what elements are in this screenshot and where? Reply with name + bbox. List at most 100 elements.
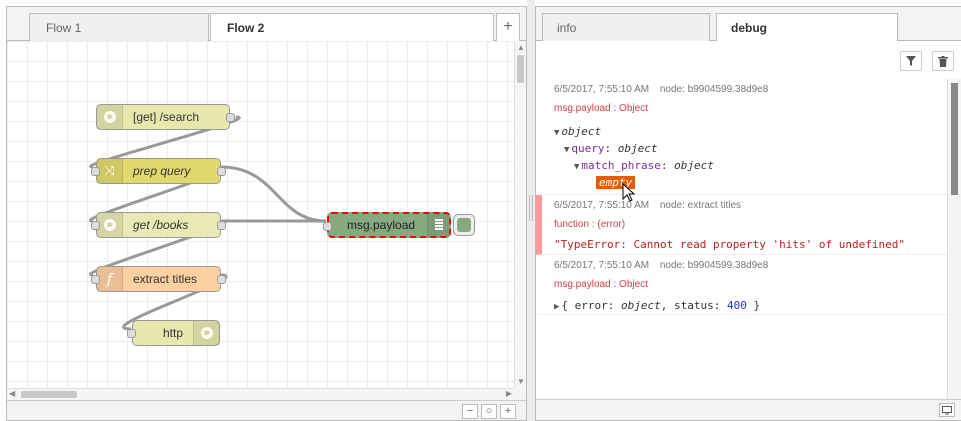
popout-button[interactable] bbox=[939, 403, 955, 417]
message-error-text: "TypeError: Cannot read property 'hits' … bbox=[554, 238, 905, 251]
output-port[interactable] bbox=[217, 221, 226, 230]
debug-message-list: 6/5/2017, 7:55:10 AM node: b9904599.38d9… bbox=[536, 79, 947, 399]
panel-splitter[interactable] bbox=[527, 0, 535, 421]
node-label: prep query bbox=[133, 164, 191, 178]
tab-label: Flow 1 bbox=[46, 21, 82, 35]
summary-value: object bbox=[621, 299, 661, 312]
workspace-footer: − ○ + bbox=[7, 400, 526, 420]
debug-message[interactable]: 6/5/2017, 7:55:10 AM node: b9904599.38d9… bbox=[536, 79, 947, 195]
messages-scrollbar[interactable] bbox=[947, 79, 961, 399]
caret-down-icon[interactable]: ▼ bbox=[564, 145, 569, 155]
canvas-horizontal-scrollbar[interactable]: ◀ ▶ bbox=[7, 388, 514, 400]
node-get-search[interactable]: [get] /search bbox=[96, 104, 235, 130]
shuffle-icon: ⤨ bbox=[97, 159, 123, 183]
clear-button[interactable] bbox=[932, 51, 954, 71]
globe-icon bbox=[97, 105, 123, 129]
splitter-grip[interactable] bbox=[529, 195, 533, 221]
wire bbox=[220, 165, 327, 223]
filter-icon bbox=[906, 56, 916, 66]
node-label: msg.payload bbox=[347, 218, 416, 232]
workspace-tabs: Flow 1 Flow 2 + bbox=[7, 7, 526, 42]
scroll-up-icon[interactable]: ▲ bbox=[517, 43, 525, 52]
summary-key: status bbox=[674, 299, 714, 312]
tree-type: object bbox=[674, 159, 714, 172]
debug-message-error[interactable]: 6/5/2017, 7:55:10 AM node: extract title… bbox=[536, 195, 947, 255]
tab-label: info bbox=[557, 21, 577, 35]
tree-row-match-phrase[interactable]: ▼ match_phrase: object bbox=[554, 158, 939, 175]
sidebar: info debug 6/5/2017, 7:55:10 AM node: b9… bbox=[535, 6, 961, 421]
message-topic: msg.payload : Object bbox=[554, 279, 648, 290]
scroll-left-icon[interactable]: ◀ bbox=[9, 389, 15, 398]
caret-down-icon[interactable]: ▼ bbox=[554, 128, 559, 138]
node-extract-titles[interactable]: f extract titles bbox=[91, 266, 226, 292]
node-debug-msg-payload[interactable]: msg.payload bbox=[323, 212, 451, 238]
input-port[interactable] bbox=[91, 221, 100, 230]
tab-info[interactable]: info bbox=[542, 13, 710, 41]
debug-toolbar bbox=[536, 41, 961, 79]
sidebar-footer bbox=[536, 399, 961, 420]
input-port[interactable] bbox=[323, 222, 332, 231]
scroll-thumb[interactable] bbox=[517, 55, 524, 83]
workspace: Flow 1 Flow 2 + [get] /search ⤨ prep que… bbox=[6, 6, 527, 421]
debug-toggle-indicator bbox=[457, 218, 471, 232]
message-meta: 6/5/2017, 7:55:10 AM node: b9904599.38d9… bbox=[554, 260, 939, 271]
output-port[interactable] bbox=[226, 113, 235, 122]
sidebar-tabs: info debug bbox=[536, 7, 961, 42]
function-icon: f bbox=[97, 267, 123, 291]
summary-value: 400 bbox=[727, 299, 747, 312]
message-node-link[interactable]: node: b9904599.38d9e8 bbox=[660, 84, 768, 95]
filter-button[interactable] bbox=[900, 51, 922, 71]
flow-canvas[interactable]: [get] /search ⤨ prep query get /books f … bbox=[7, 41, 514, 388]
node-http-response[interactable]: http bbox=[127, 320, 220, 346]
scroll-down-icon[interactable]: ▼ bbox=[517, 377, 525, 386]
tree-row-empty: empty bbox=[554, 175, 939, 191]
message-topic: msg.payload : Object bbox=[554, 103, 648, 114]
message-node-link[interactable]: node: extract titles bbox=[660, 200, 741, 211]
zoom-in-button[interactable]: + bbox=[500, 404, 516, 419]
trash-icon bbox=[938, 55, 948, 67]
message-summary[interactable]: ▶{ error: object, status: 400 } bbox=[554, 299, 939, 312]
message-meta: 6/5/2017, 7:55:10 AM node: b9904599.38d9… bbox=[554, 84, 939, 95]
input-port[interactable] bbox=[91, 275, 100, 284]
debug-message[interactable]: 6/5/2017, 7:55:10 AM node: b9904599.38d9… bbox=[536, 255, 947, 315]
tab-label: Flow 2 bbox=[227, 21, 265, 35]
globe-icon bbox=[97, 213, 123, 237]
scroll-right-icon[interactable]: ▶ bbox=[506, 389, 512, 398]
input-port[interactable] bbox=[127, 329, 136, 338]
caret-down-icon[interactable]: ▼ bbox=[574, 162, 579, 172]
brace-open: { bbox=[561, 299, 569, 312]
tab-label: debug bbox=[731, 21, 767, 35]
message-timestamp: 6/5/2017, 7:55:10 AM bbox=[554, 84, 650, 95]
tree-key: query bbox=[571, 142, 605, 155]
tab-flow-2[interactable]: Flow 2 bbox=[210, 13, 494, 42]
mouse-pointer-icon bbox=[622, 183, 636, 202]
tree-row-root[interactable]: ▼ object bbox=[554, 124, 939, 141]
node-label: [get] /search bbox=[133, 110, 200, 124]
debug-messages: 6/5/2017, 7:55:10 AM node: b9904599.38d9… bbox=[536, 79, 961, 399]
tab-debug[interactable]: debug bbox=[716, 13, 898, 42]
message-object-tree: ▼ object ▼ query: object ▼ match_phrase: ob… bbox=[554, 124, 939, 191]
summary-key: error bbox=[574, 299, 608, 312]
message-node-link[interactable]: node: b9904599.38d9e8 bbox=[660, 260, 768, 271]
zoom-reset-button[interactable]: ○ bbox=[481, 404, 497, 419]
list-icon bbox=[427, 213, 449, 237]
zoom-out-button[interactable]: − bbox=[462, 404, 478, 419]
output-port[interactable] bbox=[217, 167, 226, 176]
globe-icon bbox=[193, 321, 219, 345]
message-topic: function : (error) bbox=[554, 219, 626, 230]
canvas-vertical-scrollbar[interactable]: ▲ ▼ bbox=[514, 41, 526, 388]
output-port[interactable] bbox=[217, 275, 226, 284]
node-prep-query[interactable]: ⤨ prep query bbox=[91, 158, 226, 184]
scroll-thumb[interactable] bbox=[951, 83, 958, 195]
input-port[interactable] bbox=[91, 167, 100, 176]
caret-right-icon[interactable]: ▶ bbox=[554, 302, 559, 312]
node-get-books[interactable]: get /books bbox=[91, 212, 226, 238]
message-meta: 6/5/2017, 7:55:10 AM node: extract title… bbox=[554, 200, 939, 211]
tree-root-type: object bbox=[561, 125, 602, 138]
add-flow-button[interactable]: + bbox=[496, 13, 520, 41]
tab-flow-1[interactable]: Flow 1 bbox=[29, 13, 209, 41]
tree-row-query[interactable]: ▼ query: object bbox=[554, 141, 939, 158]
node-label: http bbox=[162, 326, 183, 340]
scroll-thumb[interactable] bbox=[21, 391, 77, 398]
debug-toggle-button[interactable] bbox=[453, 214, 475, 236]
